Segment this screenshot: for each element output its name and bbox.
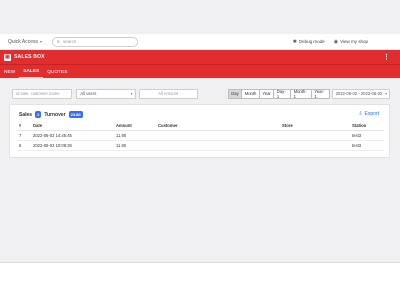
amount-input[interactable]: All Amount bbox=[138, 88, 198, 99]
view-shop-link[interactable]: ◉ View my shop bbox=[334, 39, 368, 45]
users-select-value: All users bbox=[80, 91, 97, 96]
column-header-station[interactable]: Station bbox=[350, 121, 384, 131]
sales-card: Sales 2 Turnover 23.80 ⇩ Export # Date A… bbox=[9, 104, 390, 158]
tab-new[interactable]: NEW bbox=[0, 70, 19, 78]
column-header-customer[interactable]: Customer bbox=[156, 121, 280, 131]
cell-store bbox=[280, 140, 350, 151]
turnover-badge: 23.80 bbox=[68, 111, 83, 118]
more-options-icon[interactable]: ⋮ bbox=[383, 54, 390, 61]
table-row[interactable]: 6 2022-06-02 10:09:26 11.90 test3 bbox=[17, 140, 384, 151]
column-header-date[interactable]: Date bbox=[31, 121, 114, 131]
export-label: Export bbox=[364, 111, 379, 117]
period-year[interactable]: Year bbox=[260, 89, 275, 98]
filter-row: Id sale, customer name All users ▾ All A… bbox=[12, 88, 390, 99]
sales-count-badge: 2 bbox=[35, 111, 42, 118]
cell-date: 2022-06-02 14:45:45 bbox=[31, 130, 114, 141]
cell-date: 2022-06-02 10:09:26 bbox=[31, 140, 114, 151]
period-day[interactable]: Day bbox=[228, 89, 243, 98]
cell-amount: 11.90 bbox=[114, 140, 156, 151]
period-month[interactable]: Month bbox=[242, 89, 260, 98]
sales-table: # Date Amount Customer Store Station 7 2… bbox=[17, 121, 384, 151]
cell-id: 6 bbox=[17, 140, 31, 151]
period-month-1[interactable]: Month-1 bbox=[291, 89, 312, 99]
cell-store bbox=[280, 130, 350, 141]
cell-amount: 11.90 bbox=[114, 130, 156, 141]
top-bar: Quick Access ▾ ⌕ search ✱ Debug mode ◉ V… bbox=[0, 34, 400, 50]
bottom-area bbox=[0, 262, 400, 300]
period-selector: Day Month Year Day-1 Month-1 Year-1 bbox=[227, 88, 330, 99]
export-button[interactable]: ⇩ Export bbox=[358, 111, 379, 117]
module-header: ▣ SALES BOX ⋮ bbox=[0, 50, 400, 64]
chevron-down-icon: ▾ bbox=[130, 91, 133, 96]
column-header-store[interactable]: Store bbox=[280, 121, 350, 131]
debug-mode-link[interactable]: ✱ Debug mode bbox=[293, 39, 325, 45]
date-range-value: 2022-06-02 - 2022-06-02 bbox=[335, 91, 383, 96]
sales-summary: Sales 2 Turnover 23.80 bbox=[19, 111, 83, 118]
export-icon: ⇩ bbox=[358, 111, 363, 117]
eye-icon: ◉ bbox=[333, 38, 339, 45]
table-row[interactable]: 7 2022-06-02 14:45:45 11.90 test3 bbox=[17, 130, 384, 141]
module-title: SALES BOX bbox=[14, 54, 45, 60]
cell-station: test3 bbox=[350, 130, 384, 141]
global-search-input[interactable]: ⌕ search bbox=[52, 36, 139, 47]
debug-mode-label: Debug mode bbox=[298, 39, 325, 44]
search-icon: ⌕ bbox=[57, 38, 60, 45]
cell-station: test3 bbox=[350, 140, 384, 151]
column-header-id[interactable]: # bbox=[17, 121, 31, 131]
cell-customer bbox=[156, 140, 280, 151]
quick-access-dropdown[interactable]: Quick Access ▾ bbox=[8, 39, 42, 45]
cell-id: 7 bbox=[17, 130, 31, 141]
sale-search-placeholder: Id sale, customer name bbox=[16, 91, 60, 96]
users-select[interactable]: All users ▾ bbox=[76, 88, 136, 99]
search-placeholder: search bbox=[62, 39, 77, 44]
tabs-bar: NEW SALES QUOTES bbox=[0, 64, 400, 78]
bug-icon: ✱ bbox=[292, 38, 297, 45]
chevron-down-icon: ▾ bbox=[385, 91, 387, 96]
sales-box-logo-icon: ▣ bbox=[4, 53, 11, 61]
turnover-label: Turnover bbox=[44, 111, 66, 118]
tab-sales[interactable]: SALES bbox=[19, 69, 44, 78]
chevron-down-icon: ▾ bbox=[40, 39, 43, 44]
tab-quotes[interactable]: QUOTES bbox=[43, 70, 71, 78]
period-day-1[interactable]: Day-1 bbox=[274, 89, 292, 99]
amount-placeholder: All Amount bbox=[158, 91, 179, 96]
sale-search-input[interactable]: Id sale, customer name bbox=[12, 88, 73, 99]
column-header-amount[interactable]: Amount bbox=[114, 121, 156, 131]
date-range-select[interactable]: 2022-06-02 - 2022-06-02 ▾ bbox=[331, 88, 390, 99]
sales-label: Sales bbox=[19, 111, 33, 118]
table-header-row: # Date Amount Customer Store Station bbox=[17, 121, 384, 131]
top-right-links: ✱ Debug mode ◉ View my shop bbox=[293, 39, 368, 45]
period-year-1[interactable]: Year-1 bbox=[312, 89, 329, 99]
quick-access-label: Quick Access bbox=[8, 38, 39, 45]
cell-customer bbox=[156, 130, 280, 141]
view-shop-label: View my shop bbox=[340, 39, 368, 44]
